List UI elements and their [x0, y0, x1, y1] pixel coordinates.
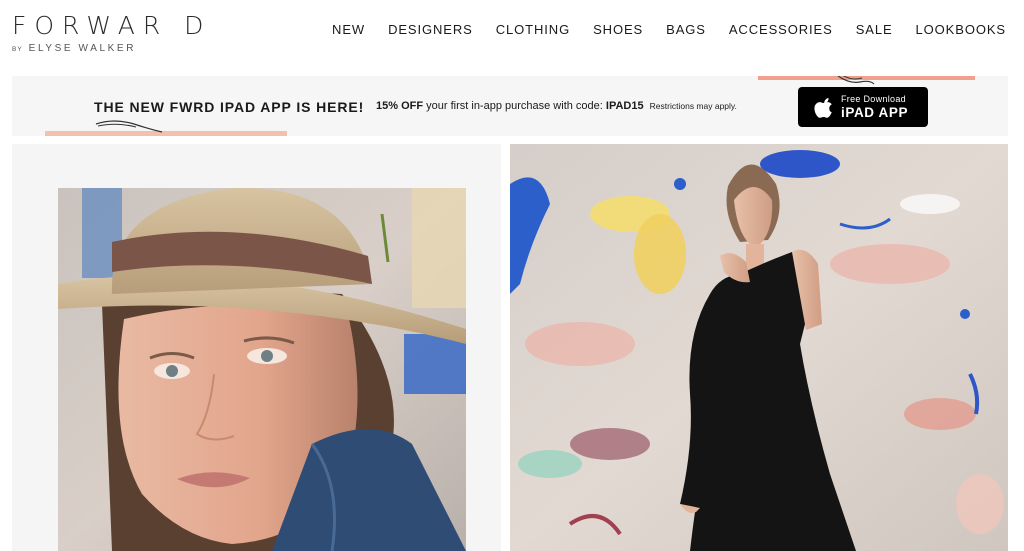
apple-icon	[814, 98, 832, 118]
decorative-stroke	[45, 131, 287, 136]
nav-item-accessories[interactable]: ACCESSORIES	[729, 22, 833, 38]
offer-code: IPAD15	[605, 100, 644, 112]
download-app-button[interactable]: Free Download iPAD APP	[798, 87, 928, 127]
bobby-pin-icon	[95, 120, 163, 133]
site-header: FORWAR D BY ELYSE WALKER NEW DESIGNERS C…	[0, 0, 1024, 72]
logo-subtitle-text: ELYSE WALKER	[28, 43, 137, 54]
bobby-pin-icon	[837, 76, 875, 85]
nav-item-shoes[interactable]: SHOES	[593, 22, 643, 38]
app-button-text: Free Download iPAD APP	[841, 93, 909, 120]
nav-item-new[interactable]: NEW	[332, 22, 365, 38]
hero-image-portrait[interactable]	[12, 144, 501, 551]
logo-wordmark: FORWAR D	[12, 11, 212, 40]
offer-restrictions: Restrictions may apply.	[649, 101, 737, 111]
app-button-label: iPAD APP	[841, 104, 909, 120]
banner-headline: THE NEW FWRD IPAD APP IS HERE!	[94, 99, 365, 115]
nav-item-lookbooks[interactable]: LOOKBOOKS	[916, 22, 1006, 38]
promo-banner[interactable]: THE NEW FWRD IPAD APP IS HERE! 15% OFF y…	[12, 76, 1008, 136]
hero-panel-right[interactable]	[510, 144, 1008, 551]
nav-item-sale[interactable]: SALE	[856, 22, 893, 38]
offer-percent: 15% OFF	[376, 100, 424, 112]
hero-image-black-dress[interactable]	[510, 144, 1008, 551]
app-button-small-label: Free Download	[841, 93, 906, 104]
banner-offer: 15% OFF your first in-app purchase with …	[376, 100, 737, 112]
logo-subtitle: BY ELYSE WALKER	[12, 43, 211, 54]
nav-item-designers[interactable]: DESIGNERS	[388, 22, 473, 38]
main-nav: NEW DESIGNERS CLOTHING SHOES BAGS ACCESS…	[332, 22, 1024, 38]
nav-item-clothing[interactable]: CLOTHING	[496, 22, 570, 38]
offer-text: your first in-app purchase with code:	[426, 100, 603, 112]
hero-panel-left[interactable]	[12, 144, 501, 551]
nav-item-bags[interactable]: BAGS	[666, 22, 706, 38]
logo[interactable]: FORWAR D BY ELYSE WALKER	[12, 11, 212, 55]
logo-by: BY	[12, 46, 23, 53]
